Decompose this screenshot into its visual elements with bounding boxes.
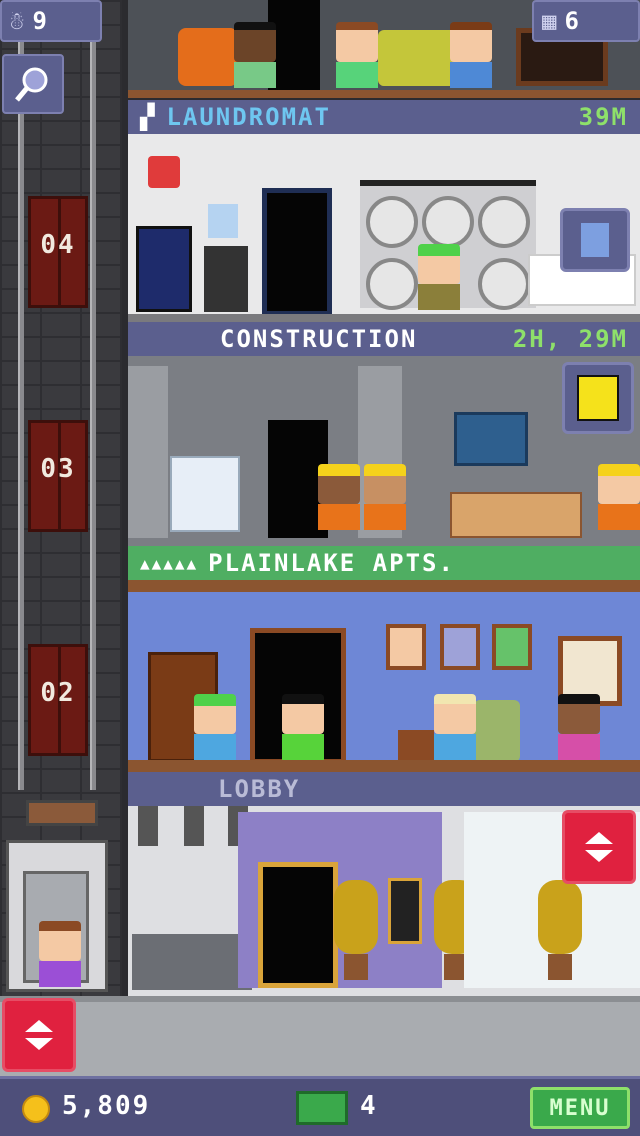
washer[interactable]: [366, 196, 418, 248]
resident[interactable]: [234, 22, 276, 88]
elevator-control-button-right[interactable]: [562, 810, 636, 884]
potted-plant: [334, 880, 378, 980]
bottom-bar: 5,809 4 MENU: [0, 1076, 640, 1136]
elevator-passenger[interactable]: [39, 921, 81, 987]
search-button[interactable]: [2, 54, 64, 114]
shaft-rail-left: [18, 0, 24, 790]
shaft-floor-number: 02: [40, 678, 76, 708]
reception-desk: [132, 934, 252, 990]
floor-laundromat[interactable]: [128, 134, 640, 322]
floors-count: 6: [564, 7, 581, 35]
resident-slots-icon: ▲▲▲▲▲: [140, 553, 199, 573]
population-count: 9: [32, 7, 49, 35]
banknote-icon: [296, 1091, 348, 1125]
magnifier-icon: [15, 67, 48, 102]
shaft-rail-right: [90, 0, 96, 790]
floor-banner-laundromat[interactable]: ▞ LAUNDROMAT 39M: [128, 100, 640, 134]
elevator-motor: [26, 800, 98, 826]
armchair: [474, 700, 520, 762]
picture-frame: [440, 624, 480, 670]
floor-divider: [128, 90, 640, 98]
floor-timer: 39M: [578, 103, 628, 131]
vending-machine[interactable]: [136, 226, 192, 312]
population-badge[interactable]: ☃ 9: [0, 0, 102, 42]
street-ground: [0, 996, 640, 1076]
construction-worker[interactable]: [364, 464, 406, 530]
elevator-door[interactable]: [258, 862, 338, 988]
change-machine[interactable]: [204, 246, 248, 312]
shaft-floor-number: 04: [40, 230, 76, 260]
washer[interactable]: [478, 258, 530, 310]
floor-divider: [128, 760, 640, 772]
up-arrow-icon: [585, 832, 613, 844]
hurry-construction-button[interactable]: [562, 362, 634, 434]
floor-divider: [128, 314, 640, 322]
floor-banner-construction[interactable]: CONSTRUCTION 2H, 29M: [128, 322, 640, 356]
coin-icon: [22, 1095, 50, 1123]
potted-plant: [538, 880, 582, 980]
floor-name: LAUNDROMAT: [166, 103, 331, 131]
side-table: [398, 730, 434, 762]
coin-count: 5,809: [62, 1091, 151, 1121]
resident[interactable]: [450, 22, 492, 88]
floor-name: LOBBY: [218, 775, 301, 803]
floors-badge[interactable]: ▦ 6: [532, 0, 640, 42]
resident[interactable]: [194, 694, 236, 760]
resident[interactable]: [282, 694, 324, 760]
washer[interactable]: [478, 196, 530, 248]
washer[interactable]: [422, 196, 474, 248]
floor-timer: 2H, 29M: [512, 325, 628, 353]
floor-name: CONSTRUCTION: [220, 325, 418, 353]
construction-worker[interactable]: [318, 464, 360, 530]
washer[interactable]: [366, 258, 418, 310]
floor-name: PLAINLAKE APTS.: [208, 549, 455, 577]
floor-banner-apartments[interactable]: ▲▲▲▲▲ PLAINLAKE APTS.: [128, 546, 640, 580]
lumber-crates: [450, 492, 582, 538]
up-arrow-icon: [25, 1020, 53, 1032]
shaft-floor-number: 03: [40, 454, 76, 484]
resident[interactable]: [434, 694, 476, 760]
blueprint: [454, 412, 528, 466]
glass-panes: [170, 456, 240, 532]
jeans-icon: [581, 223, 609, 257]
no-entry-sign-icon: [148, 156, 180, 188]
sock-icon: ▞: [140, 103, 157, 131]
building-icon: ▦: [542, 7, 559, 35]
floor-banner-lobby[interactable]: LOBBY: [128, 772, 640, 806]
floor-plainlake-apts[interactable]: [128, 580, 640, 772]
worker-sign-icon: [577, 375, 619, 421]
down-arrow-icon: [585, 850, 613, 862]
resident[interactable]: [558, 694, 600, 760]
floor-construction[interactable]: [128, 356, 640, 546]
worker[interactable]: [418, 244, 460, 310]
elevator-car[interactable]: [6, 840, 108, 992]
ceiling-lamp: [138, 806, 158, 846]
menu-button[interactable]: MENU: [530, 1087, 630, 1129]
down-arrow-icon: [25, 1038, 53, 1050]
ceiling-lamp: [184, 806, 204, 846]
product-stock-button[interactable]: [560, 208, 630, 272]
poster: [208, 204, 238, 238]
resident[interactable]: [336, 22, 378, 88]
door: [262, 188, 332, 316]
elevator-control-button-left[interactable]: [2, 998, 76, 1072]
picture-frame: [386, 624, 426, 670]
floor-directory: [388, 878, 422, 944]
pillar: [128, 366, 168, 538]
picture-frame: [492, 624, 532, 670]
construction-worker[interactable]: [598, 464, 640, 530]
person-icon: ☃: [10, 7, 27, 35]
armchair: [178, 28, 238, 86]
bux-count: 4: [360, 1091, 378, 1121]
floor-trim: [128, 580, 640, 592]
